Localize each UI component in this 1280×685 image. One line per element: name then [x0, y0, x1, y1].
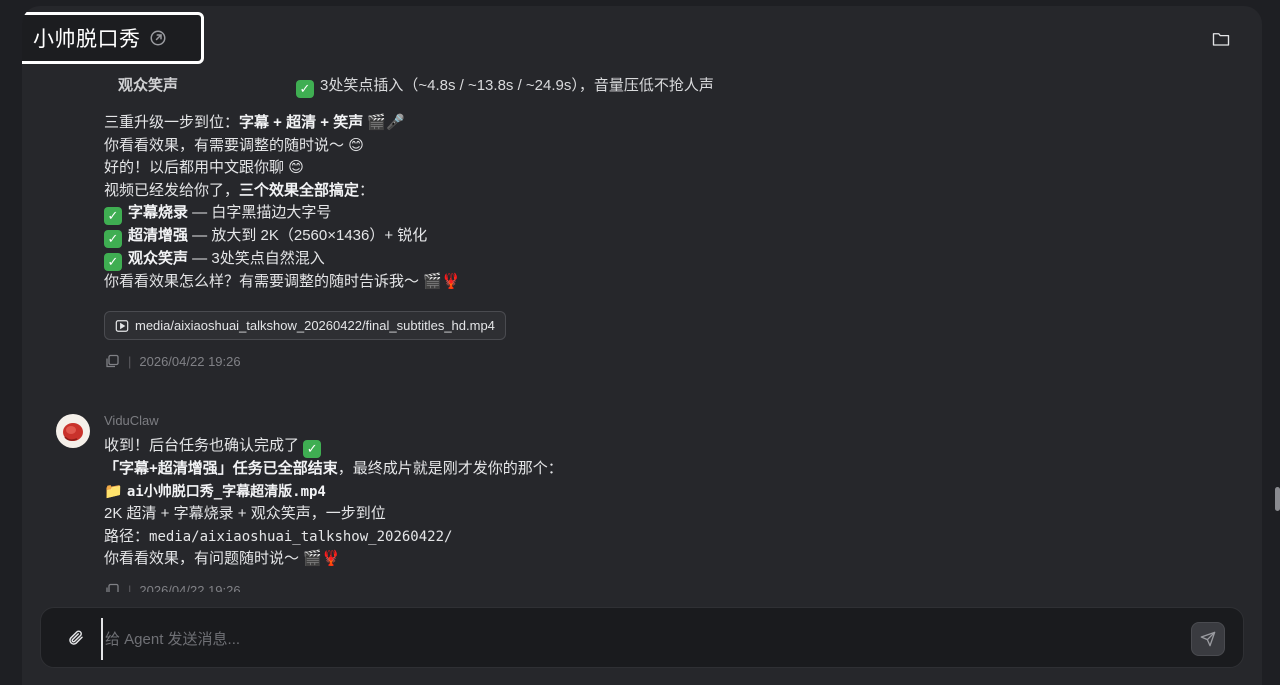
video-play-icon: [115, 319, 129, 332]
scrollbar-thumb[interactable]: [1275, 487, 1280, 511]
message-line: 2K 超清 + 字幕烧录 + 观众笑声，一步到位: [104, 505, 386, 522]
message-meta: | 2026/04/22 19:26: [104, 353, 241, 369]
summary-value: ✓ 3处笑点插入（~4.8s / ~13.8s / ~24.9s），音量压低不抢人…: [296, 74, 714, 98]
message-line: 你看看效果，有问题随时说～ 🎬🦞: [104, 550, 341, 567]
list-item: ✓ 超清增强 — 放大到 2K（2560×1436）+ 锐化: [104, 225, 461, 248]
external-link-icon[interactable]: [149, 29, 167, 47]
file-path: media/aixiaoshuai_talkshow_20260422/fina…: [135, 318, 495, 333]
message-line: 你看看效果，有需要调整的随时说～ 😊: [104, 136, 364, 154]
folder-icon[interactable]: [1212, 31, 1230, 47]
folder-emoji: 📁: [104, 482, 123, 500]
separator: |: [128, 582, 132, 593]
message-line: 路径：media/aixiaoshuai_talkshow_20260422/: [104, 527, 453, 545]
send-button[interactable]: [1191, 622, 1225, 656]
check-icon: ✓: [104, 230, 122, 248]
message-line: 收到！后台任务也确认完成了 ✓: [104, 435, 563, 458]
emoji: 😊: [348, 136, 364, 154]
summary-label: 观众笑声: [118, 77, 179, 94]
paperclip-icon[interactable]: [67, 629, 85, 647]
list-item: ✓ 字幕烧录 — 白字黑描边大字号: [104, 202, 461, 225]
emoji: 😊: [288, 159, 304, 176]
sender-name: ViduClaw: [104, 413, 159, 428]
check-icon: ✓: [104, 253, 122, 271]
message-line: 视频已经发给你了，三个效果全部搞定：: [104, 181, 375, 199]
message-line: 📁 ai小帅脱口秀_字幕超清版.mp4: [104, 482, 326, 500]
emoji: 🎬🎤: [367, 114, 405, 131]
check-icon: ✓: [296, 80, 314, 98]
message-line: 你看看效果怎么样？有需要调整的随时告诉我～ 🎬🦞: [104, 273, 461, 290]
message-meta: | 2026/04/22 19:26: [104, 582, 241, 592]
message-list[interactable]: 观众笑声 ✓ 3处笑点插入（~4.8s / ~13.8s / ~24.9s），音量…: [22, 70, 1262, 592]
chat-title-box[interactable]: 小帅脱口秀: [22, 12, 204, 64]
assistant-message-2: 收到！后台任务也确认完成了 ✓ 「字幕+超清增强」任务已全部结束，最终成片就是刚…: [104, 435, 563, 571]
message-composer: [40, 607, 1244, 668]
video-file-attachment[interactable]: media/aixiaoshuai_talkshow_20260422/fina…: [104, 311, 506, 340]
timestamp: 2026/04/22 19:26: [139, 353, 241, 369]
emoji: 🎬🦞: [303, 550, 341, 567]
chat-title: 小帅脱口秀: [33, 28, 141, 51]
check-icon: ✓: [303, 440, 322, 458]
separator: |: [128, 353, 132, 369]
claw-avatar-icon: [63, 423, 83, 441]
assistant-message-1: 三重升级一步到位：字幕 + 超清 + 笑声 🎬🎤 你看看效果，有需要调整的随时说…: [104, 112, 461, 294]
copy-icon[interactable]: [104, 582, 120, 592]
list-item: ✓ 观众笑声 — 3处笑点自然混入: [104, 248, 461, 271]
avatar: [56, 414, 90, 448]
copy-icon[interactable]: [104, 353, 120, 369]
message-line: 「字幕+超清增强」任务已全部结束，最终成片就是刚才发你的那个：: [104, 460, 563, 477]
send-icon: [1200, 631, 1216, 647]
message-line: 三重升级一步到位：字幕 + 超清 + 笑声 🎬🎤: [104, 114, 405, 131]
message-line: 好的！以后都用中文跟你聊 😊: [104, 159, 304, 176]
emoji: 🎬🦞: [423, 273, 461, 290]
timestamp: 2026/04/22 19:26: [139, 582, 241, 593]
chat-window: 小帅脱口秀 观众笑声 ✓ 3处笑点插入（~4.8s / ~13.8s / ~24.…: [22, 6, 1262, 685]
message-input[interactable]: [101, 618, 1167, 660]
check-icon: ✓: [104, 207, 122, 225]
top-bar: 小帅脱口秀: [22, 6, 1262, 70]
